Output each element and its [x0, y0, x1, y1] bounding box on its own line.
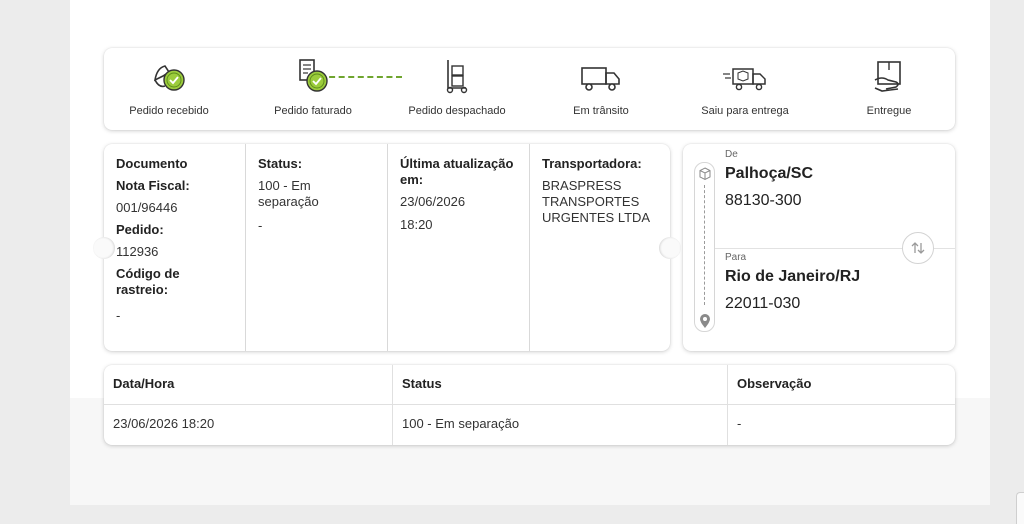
route-rail: [694, 162, 715, 332]
tracking-history-table: Data/Hora Status Observação 23/06/2026 1…: [104, 365, 955, 445]
transportadora-value: BRASPRESS TRANSPORTES URGENTES LTDA: [542, 178, 651, 225]
status-value: 100 - Em separação: [258, 178, 319, 209]
step-label: Pedido despachado: [408, 105, 506, 117]
step-label: Entregue: [866, 105, 912, 117]
documento-label: Documento: [116, 156, 188, 171]
header-observacao: Observação: [727, 365, 955, 405]
step-label: Em trânsito: [573, 105, 629, 117]
to-zip: 22011-030: [725, 295, 801, 312]
step-em-transito: Em trânsito: [536, 58, 666, 117]
hand-truck-icon: [446, 60, 468, 94]
truck-icon: [581, 67, 620, 91]
step-pedido-recebido: Pedido recebido: [104, 58, 234, 117]
corner-widget: [1016, 492, 1024, 524]
codigo-rastreio-value: -: [116, 308, 121, 323]
invoice-check-icon: [299, 59, 328, 92]
swap-route-button[interactable]: [902, 232, 934, 264]
ultima-atualizacao-label: Última atualização em:: [400, 156, 514, 187]
pedido-label: Pedido:: [116, 222, 164, 237]
nota-fiscal-label: Nota Fiscal:: [116, 178, 190, 193]
delivered-box-icon: [874, 61, 901, 92]
header-data-hora: Data/Hora: [113, 376, 175, 391]
route-dashed-line: [704, 185, 705, 305]
step-label: Saiu para entrega: [701, 105, 789, 117]
swap-arrows-icon: [911, 242, 925, 254]
status-column: Status: 100 - Em separação -: [245, 144, 387, 351]
document-column: Documento Nota Fiscal: 001/96446 Pedido:…: [104, 144, 245, 351]
step-entregue: Entregue: [824, 58, 954, 117]
location-pin-icon: [700, 314, 710, 328]
last-update-column: Última atualização em: 23/06/2026 18:20: [387, 144, 529, 351]
update-date: 23/06/2026: [400, 194, 466, 209]
from-city: Palhoça/SC: [725, 165, 814, 182]
step-label: Pedido recebido: [129, 105, 209, 117]
tracking-progress-card: Pedido recebido Pedido faturado Pedido d…: [104, 48, 955, 130]
cell-data-hora: 23/06/2026 18:20: [113, 416, 215, 431]
route-card: De Palhoça/SC 88130-300 Para Rio de Jane…: [683, 144, 955, 351]
box-icon: [699, 167, 711, 181]
hand-box-check-icon: [153, 65, 185, 91]
fast-delivery-truck-icon: [723, 68, 766, 91]
update-time: 18:20: [400, 217, 433, 232]
step-pedido-despachado: Pedido despachado: [392, 58, 522, 117]
carrier-column: Transportadora: BRASPRESS TRANSPORTES UR…: [529, 144, 670, 351]
cell-observacao: -: [727, 405, 955, 445]
shipment-info-card: Documento Nota Fiscal: 001/96446 Pedido:…: [93, 144, 681, 351]
table-row: 23/06/2026 18:20 100 - Em separação -: [104, 405, 955, 445]
cell-status: 100 - Em separação: [392, 405, 727, 445]
table-header-row: Data/Hora Status Observação: [104, 365, 955, 405]
status-extra: -: [258, 218, 263, 233]
status-label: Status:: [258, 156, 303, 171]
step-pedido-faturado: Pedido faturado: [248, 58, 378, 117]
header-status: Status: [392, 365, 727, 405]
nota-fiscal-value: 001/96446: [116, 200, 178, 215]
step-saiu-para-entrega: Saiu para entrega: [680, 58, 810, 117]
to-city: Rio de Janeiro/RJ: [725, 268, 861, 285]
step-label: Pedido faturado: [274, 105, 352, 117]
codigo-rastreio-label: Código de rastreio:: [116, 266, 180, 297]
pedido-value: 112936: [116, 244, 159, 259]
from-zip: 88130-300: [725, 192, 802, 209]
from-label: De: [725, 149, 738, 160]
to-label: Para: [725, 252, 747, 263]
transportadora-label: Transportadora:: [542, 156, 642, 171]
